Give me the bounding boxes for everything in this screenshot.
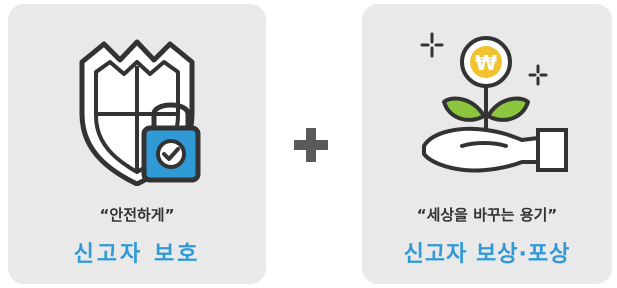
- protection-card: “안전하게” 신고자 보호: [8, 4, 266, 284]
- protection-headline: 신고자 보호: [73, 242, 201, 267]
- reward-quote: “세상을 바꾸는 용기”: [416, 206, 558, 224]
- reward-headline: 신고자 보상·포상: [403, 242, 571, 267]
- shield-lock-icon: [62, 26, 212, 187]
- hand-won-plant-icon: ₩: [402, 26, 572, 176]
- won-symbol: ₩: [475, 51, 497, 75]
- protection-quote: “안전하게”: [99, 206, 175, 224]
- reward-card: ₩ “세상을 바꾸는 용기” 신고자 보상·포상: [362, 4, 612, 284]
- plus-icon: [294, 128, 328, 162]
